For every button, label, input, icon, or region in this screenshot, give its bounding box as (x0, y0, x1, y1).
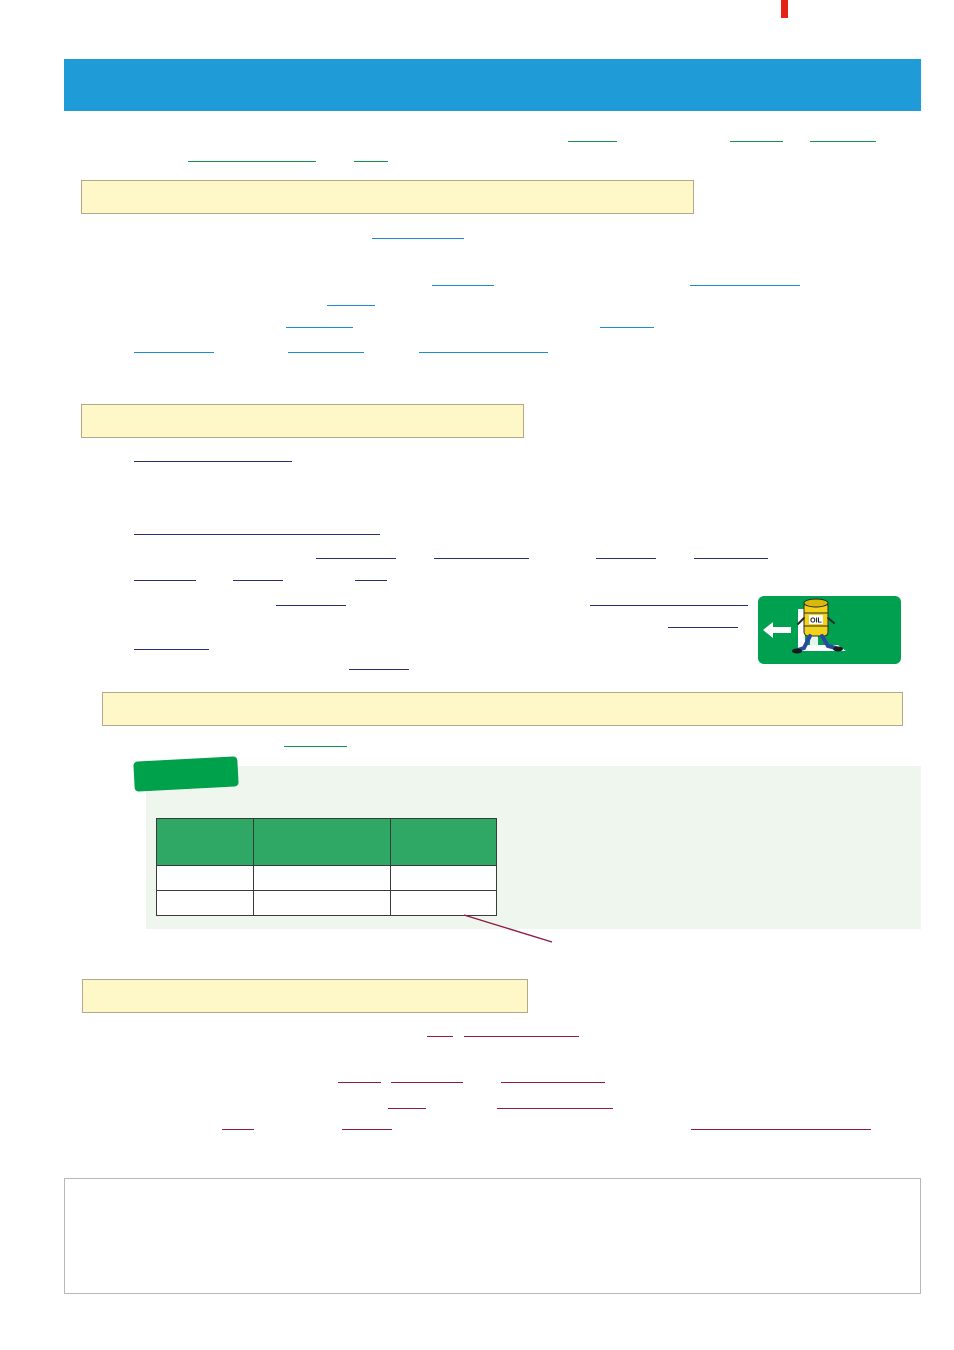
table-header-cell-2 (253, 818, 391, 866)
section4-blank-9[interactable] (342, 1129, 392, 1130)
table-cell[interactable] (156, 890, 254, 916)
section2-blank-12[interactable] (668, 627, 738, 628)
table-row (156, 890, 497, 916)
section1-blank-9[interactable] (419, 352, 548, 353)
table-cell[interactable] (253, 890, 391, 916)
section2-blank-3[interactable] (316, 558, 396, 559)
intro-blank-1[interactable] (568, 141, 617, 142)
section1-blank-8[interactable] (288, 352, 364, 353)
intro-blank-3[interactable] (810, 141, 876, 142)
section2-blank-9[interactable] (355, 580, 387, 581)
section1-blank-5[interactable] (286, 327, 353, 328)
notes-box[interactable] (64, 1178, 921, 1294)
section2-blank-1[interactable] (134, 461, 292, 462)
section2-blank-4[interactable] (434, 558, 529, 559)
section-heading-box-3 (102, 692, 903, 726)
section4-blank-3[interactable] (338, 1082, 381, 1083)
section-heading-box-4 (82, 979, 528, 1013)
section4-blank-10[interactable] (691, 1129, 871, 1130)
table-callout-line (463, 914, 553, 943)
intro-blank-2[interactable] (730, 141, 783, 142)
barrel-label: OIL (810, 618, 822, 625)
section2-blank-8[interactable] (233, 580, 283, 581)
section2-blank-13[interactable] (134, 649, 209, 650)
section1-blank-1[interactable] (372, 238, 464, 239)
section1-blank-7[interactable] (134, 352, 214, 353)
data-table (156, 818, 497, 916)
section2-blank-11[interactable] (590, 605, 748, 606)
section1-blank-3[interactable] (690, 285, 800, 286)
corner-red-mark (781, 0, 788, 18)
table-cell[interactable] (253, 865, 391, 891)
table-header-cell-1 (156, 818, 254, 866)
section4-blank-8[interactable] (222, 1129, 254, 1130)
section2-blank-6[interactable] (694, 558, 768, 559)
left-arrow-icon (763, 622, 791, 638)
section4-blank-7[interactable] (497, 1108, 613, 1109)
intro-blank-5[interactable] (354, 161, 388, 162)
section2-blank-2[interactable] (134, 534, 380, 535)
section4-blank-4[interactable] (391, 1082, 463, 1083)
section4-blank-2[interactable] (464, 1036, 579, 1037)
table-row (156, 865, 497, 891)
example-badge (133, 756, 239, 792)
section4-blank-1[interactable] (427, 1036, 453, 1037)
page-title-bar (64, 59, 921, 111)
oil-exit-sign: OIL (758, 596, 901, 664)
table-cell[interactable] (390, 865, 497, 891)
section4-blank-6[interactable] (388, 1108, 426, 1109)
section-heading-box-2 (81, 404, 524, 438)
table-header-row (156, 818, 497, 866)
section1-blank-6[interactable] (600, 327, 654, 328)
section2-blank-14[interactable] (349, 669, 409, 670)
running-oil-barrel-exit-icon: OIL (763, 598, 846, 654)
section1-blank-4[interactable] (327, 305, 375, 306)
section3-blank-1[interactable] (284, 746, 347, 747)
intro-blank-4[interactable] (188, 161, 316, 162)
section2-blank-5[interactable] (596, 558, 656, 559)
section2-blank-7[interactable] (134, 580, 196, 581)
section-heading-box-1 (81, 180, 694, 214)
section1-blank-2[interactable] (432, 285, 494, 286)
table-cell[interactable] (156, 865, 254, 891)
table-header-cell-3 (390, 818, 497, 866)
section2-blank-10[interactable] (276, 605, 346, 606)
section4-blank-5[interactable] (501, 1082, 605, 1083)
